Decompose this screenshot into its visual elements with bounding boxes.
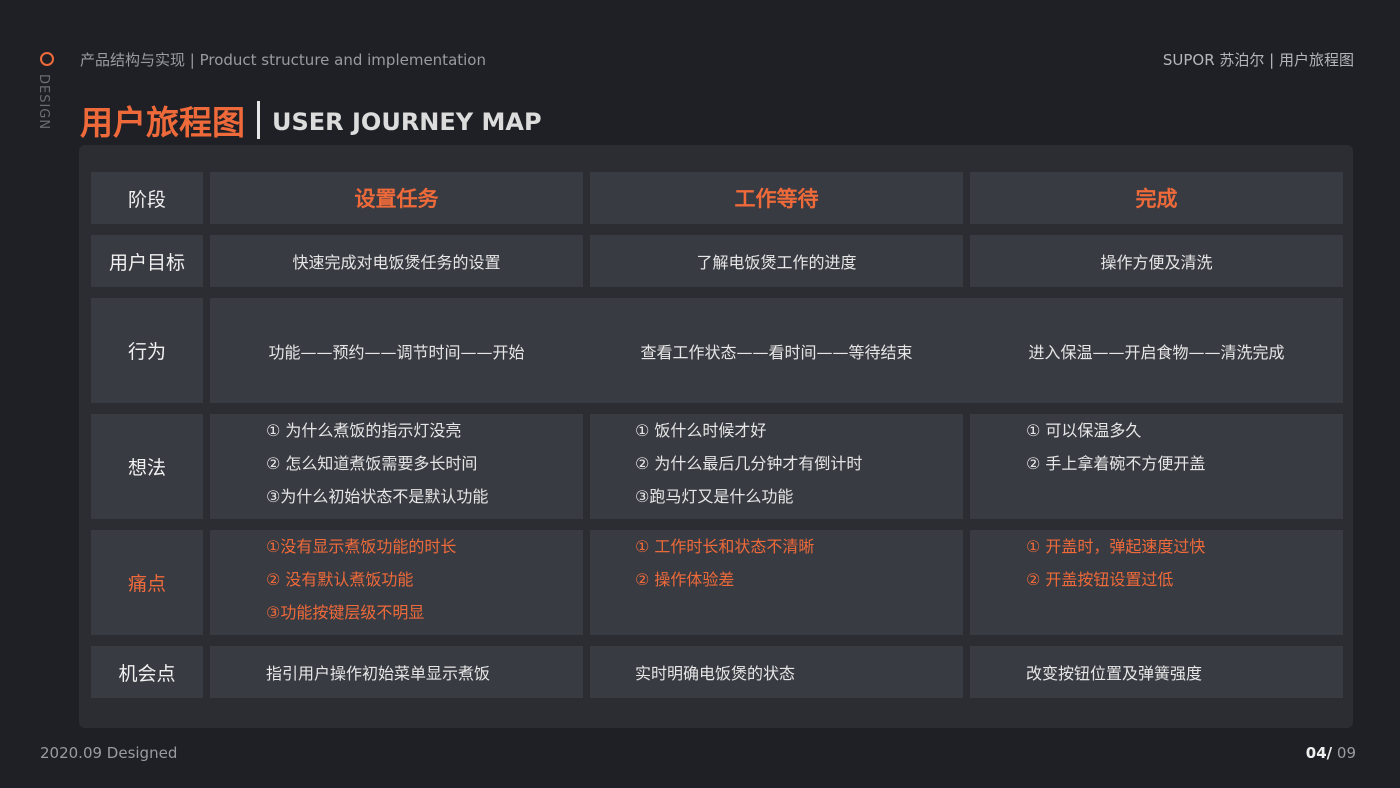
- thought-item: ① 饭什么时候才好: [635, 421, 767, 440]
- pain-cell: ① 开盖时，弹起速度过快 ② 开盖按钮设置过低: [970, 530, 1343, 635]
- pain-item: ② 操作体验差: [635, 570, 735, 589]
- pain-item: ② 没有默认煮饭功能: [266, 570, 414, 589]
- thought-item: ① 可以保温多久: [1026, 421, 1142, 440]
- thought-item: ② 怎么知道煮饭需要多长时间: [266, 454, 478, 473]
- thought-item: ③跑马灯又是什么功能: [635, 487, 794, 506]
- thought-item: ② 为什么最后几分钟才有倒计时: [635, 454, 863, 473]
- goal-cell: 快速完成对电饭煲任务的设置: [210, 235, 583, 287]
- pain-cell: ①没有显示煮饭功能的时长 ② 没有默认煮饭功能 ③功能按键层级不明显: [210, 530, 583, 635]
- row-label-thoughts: 想法: [91, 414, 203, 519]
- behavior-cell: 查看工作状态——看时间——等待结束: [640, 342, 913, 362]
- page-total: 09: [1332, 744, 1356, 762]
- footer-date: 2020.09 Designed: [40, 744, 178, 762]
- thought-item: ① 为什么煮饭的指示灯没亮: [266, 421, 462, 440]
- row-label-stage: 阶段: [91, 172, 203, 224]
- stage-header: 设置任务: [210, 172, 583, 224]
- row-label-opportunity: 机会点: [91, 646, 203, 698]
- page-title: 用户旅程图 USER JOURNEY MAP: [80, 96, 542, 144]
- title-english: USER JOURNEY MAP: [272, 108, 542, 136]
- behavior-cell: 进入保温——开启食物——清洗完成: [1028, 342, 1285, 362]
- pain-item: ① 工作时长和状态不清晰: [635, 537, 815, 556]
- goal-cell: 操作方便及清洗: [970, 235, 1343, 287]
- pain-item: ③功能按键层级不明显: [266, 603, 425, 622]
- thoughts-cell: ① 可以保温多久 ② 手上拿着碗不方便开盖: [970, 414, 1343, 519]
- pain-item: ② 开盖按钮设置过低: [1026, 570, 1174, 589]
- thoughts-cell: ① 饭什么时候才好 ② 为什么最后几分钟才有倒计时 ③跑马灯又是什么功能: [590, 414, 963, 519]
- page-current: 04/: [1305, 744, 1333, 762]
- opportunity-cell: 实时明确电饭煲的状态: [590, 646, 963, 698]
- thought-item: ② 手上拿着碗不方便开盖: [1026, 454, 1206, 473]
- header-brand: SUPOR 苏泊尔 | 用户旅程图: [1162, 51, 1354, 69]
- circle-icon: [40, 52, 54, 66]
- side-label: DESIGN: [36, 74, 51, 131]
- behavior-row: 功能——预约——调节时间——开始 查看工作状态——看时间——等待结束 进入保温—…: [210, 298, 1343, 403]
- goal-cell: 了解电饭煲工作的进度: [590, 235, 963, 287]
- opportunity-cell: 指引用户操作初始菜单显示煮饭: [210, 646, 583, 698]
- journey-map-panel: 阶段 设置任务 工作等待 完成 用户目标 快速完成对电饭煲任务的设置 了解电饭煲…: [79, 145, 1353, 728]
- behavior-cell: 功能——预约——调节时间——开始: [268, 342, 525, 362]
- journey-map-table: 阶段 设置任务 工作等待 完成 用户目标 快速完成对电饭煲任务的设置 了解电饭煲…: [91, 172, 1343, 698]
- thought-item: ③为什么初始状态不是默认功能: [266, 487, 489, 506]
- opportunity-cell: 改变按钮位置及弹簧强度: [970, 646, 1343, 698]
- stage-header: 完成: [970, 172, 1343, 224]
- header-section-title: 产品结构与实现 | Product structure and implemen…: [80, 51, 486, 69]
- row-label-goal: 用户目标: [91, 235, 203, 287]
- row-label-pain: 痛点: [91, 530, 203, 635]
- title-chinese: 用户旅程图: [80, 103, 245, 142]
- stage-header: 工作等待: [590, 172, 963, 224]
- thoughts-cell: ① 为什么煮饭的指示灯没亮 ② 怎么知道煮饭需要多长时间 ③为什么初始状态不是默…: [210, 414, 583, 519]
- title-divider: [257, 101, 260, 139]
- page-indicator: 04/ 09: [1306, 744, 1356, 762]
- row-label-behavior: 行为: [91, 298, 203, 403]
- pain-cell: ① 工作时长和状态不清晰 ② 操作体验差: [590, 530, 963, 635]
- pain-item: ① 开盖时，弹起速度过快: [1026, 537, 1206, 556]
- pain-item: ①没有显示煮饭功能的时长: [266, 537, 457, 556]
